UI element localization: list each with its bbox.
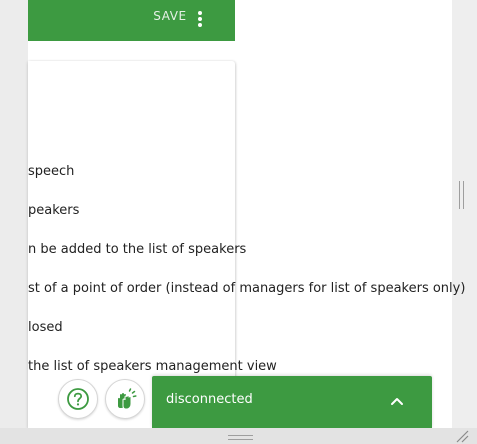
connection-status: disconnected bbox=[166, 392, 253, 407]
drag-handle-icon[interactable] bbox=[228, 435, 253, 440]
applause-button[interactable] bbox=[105, 379, 145, 419]
setting-item-add-to-list[interactable]: n be added to the list of speakers bbox=[28, 241, 246, 259]
applause-hands-icon bbox=[118, 388, 137, 410]
setting-item-closed[interactable]: losed bbox=[28, 319, 63, 337]
setting-item-management-view[interactable]: the list of speakers management view bbox=[28, 358, 277, 376]
right-scroll-track[interactable] bbox=[452, 0, 477, 428]
scroll-grip-icon[interactable] bbox=[459, 181, 464, 209]
connection-panel[interactable]: disconnected bbox=[152, 376, 432, 428]
setting-item-speakers[interactable]: peakers bbox=[28, 202, 79, 220]
app-window: SAVE speech peakers n be added to the li… bbox=[0, 0, 477, 444]
more-vert-icon[interactable] bbox=[188, 3, 212, 29]
help-circle-icon bbox=[67, 388, 89, 410]
resize-grip-icon[interactable] bbox=[455, 430, 469, 443]
left-gutter bbox=[0, 0, 28, 444]
setting-item-point-of-order[interactable]: st of a point of order (instead of manag… bbox=[28, 280, 465, 298]
help-button[interactable] bbox=[58, 379, 98, 419]
setting-item-speech[interactable]: speech bbox=[28, 163, 74, 181]
chevron-up-icon[interactable] bbox=[386, 391, 408, 413]
settings-toolbar: SAVE bbox=[28, 0, 235, 41]
